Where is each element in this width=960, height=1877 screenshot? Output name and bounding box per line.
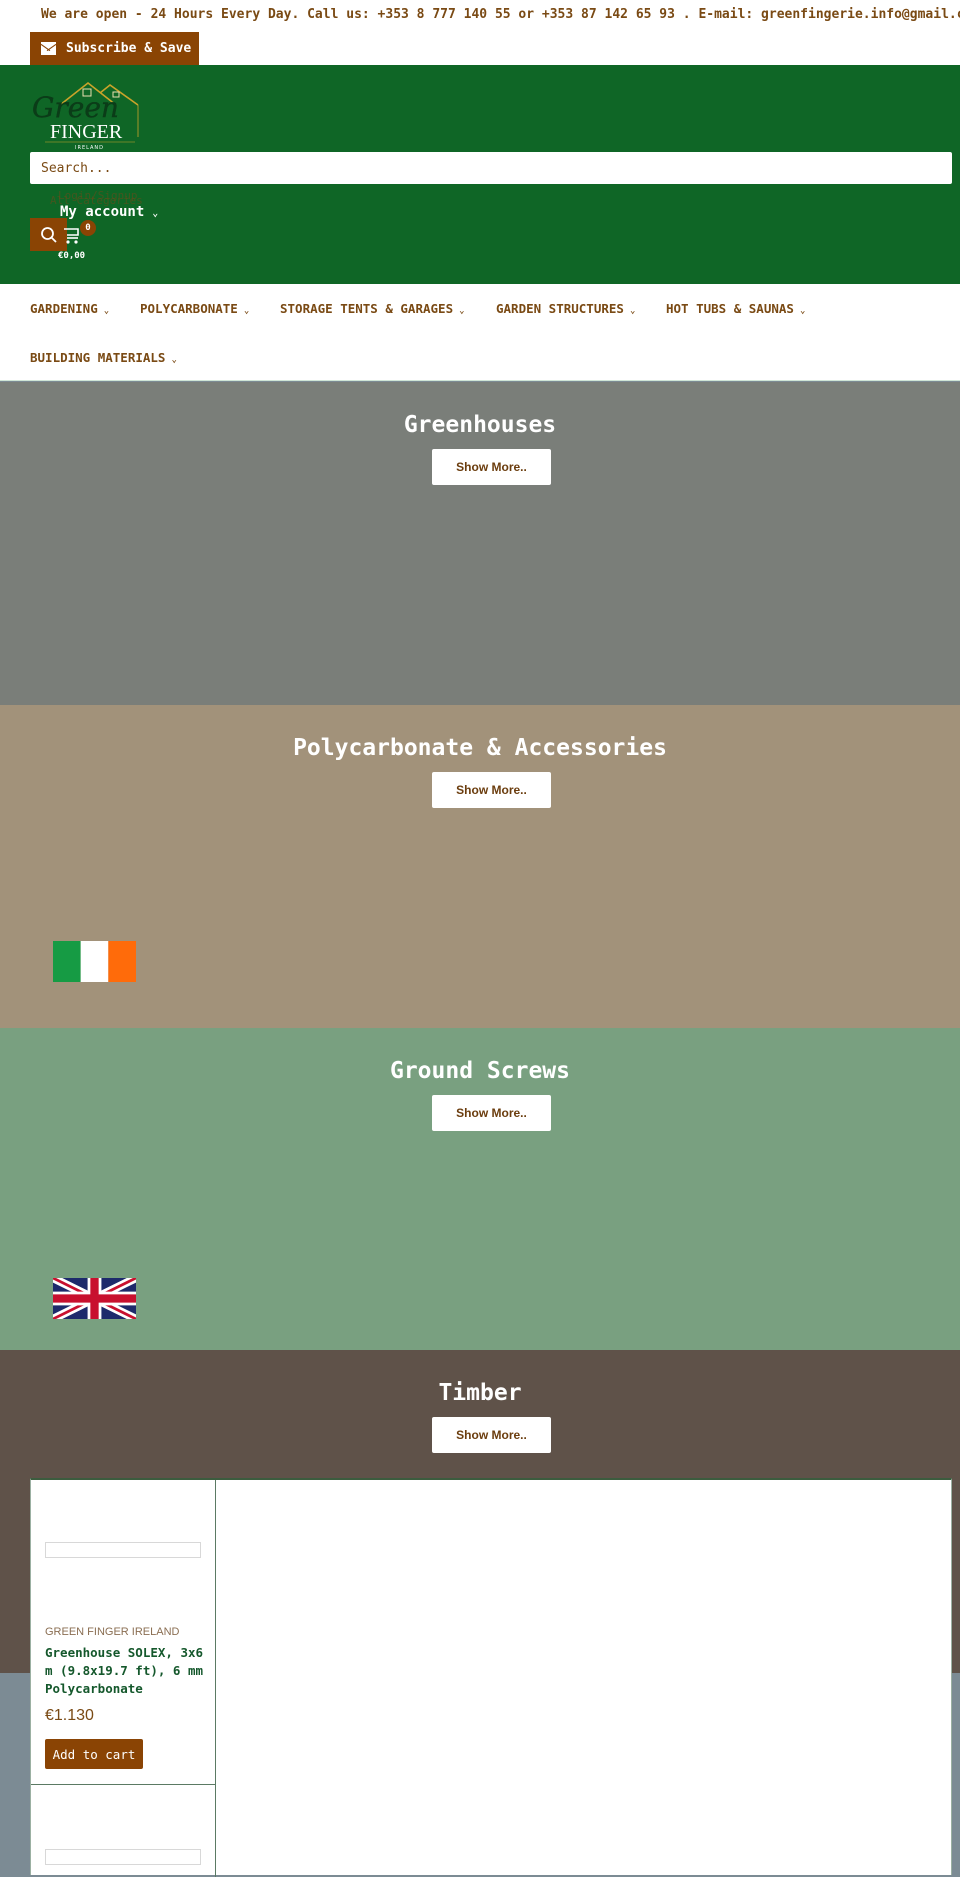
svg-text:Green: Green [32, 91, 119, 124]
product-grid: GREEN FINGER IRELAND Greenhouse SOLEX, 3… [30, 1478, 952, 1877]
show-more-button[interactable]: Show More.. [432, 449, 551, 485]
ireland-flag-icon[interactable] [53, 941, 136, 982]
my-account-menu[interactable]: My account ⌄ [60, 204, 158, 220]
site-header: Green FINGER IRELAND Login/Signup All Ca… [0, 65, 960, 284]
nav-item-polycarbonate[interactable]: POLYCARBONATE ⌄ [140, 301, 249, 316]
product-card[interactable]: GREEN FINGER IRELAND Greenhouse SOLEX, 3… [31, 1480, 215, 1785]
chevron-down-icon: ⌄ [629, 306, 636, 316]
green-finger-logo[interactable]: Green FINGER IRELAND [30, 79, 140, 151]
nav-item-storage-tents[interactable]: STORAGE TENTS & GARAGES ⌄ [280, 301, 465, 316]
chevron-down-icon: ⌄ [459, 306, 465, 316]
subscribe-label: Subscribe & Save [66, 41, 192, 56]
mail-icon [41, 42, 56, 55]
banner-title: Ground Screws [389, 1058, 570, 1084]
show-more-button[interactable]: Show More.. [432, 1417, 551, 1453]
chevron-down-icon: ⌄ [243, 306, 250, 316]
top-info-bar: We are open - 24 Hours Every Day. Call u… [0, 0, 960, 65]
nav-item-building-materials[interactable]: BUILDING MATERIALS ⌄ [30, 350, 177, 365]
banner-title: Greenhouses [403, 412, 557, 438]
my-account-label: My account [60, 204, 145, 220]
chevron-down-icon: ⌄ [799, 306, 806, 316]
product-price: €1.130 [45, 1707, 94, 1724]
chevron-down-icon: ⌄ [171, 355, 177, 365]
product-column: GREEN FINGER IRELAND Greenhouse SOLEX, 3… [31, 1480, 216, 1877]
chevron-down-icon: ⌄ [103, 306, 110, 316]
svg-text:IRELAND: IRELAND [75, 145, 104, 151]
banner-ground-screws[interactable]: Ground Screws Show More.. [0, 1028, 960, 1351]
contact-info-text: We are open - 24 Hours Every Day. Call u… [41, 7, 960, 22]
uk-flag-icon[interactable] [53, 1278, 136, 1319]
chevron-down-icon: ⌄ [152, 208, 159, 219]
nav-item-garden-structures[interactable]: GARDEN STRUCTURES ⌄ [496, 301, 635, 316]
banner-title: Polycarbonate & Accessories [293, 735, 667, 761]
product-brand: GREEN FINGER IRELAND [45, 1626, 180, 1638]
banner-polycarbonate[interactable]: Polycarbonate & Accessories Show More.. [0, 705, 960, 1028]
show-more-button[interactable]: Show More.. [432, 772, 551, 808]
product-name-link[interactable]: Greenhouse SOLEX, 3x6 m (9.8x19.7 ft), 6… [45, 1644, 213, 1698]
search-input[interactable] [30, 152, 952, 184]
cart-total: €0,00 [58, 251, 86, 261]
show-more-button[interactable]: Show More.. [432, 1095, 551, 1131]
subscribe-button[interactable]: Subscribe & Save [30, 32, 199, 65]
search-icon [40, 226, 57, 243]
nav-item-gardening[interactable]: GARDENING ⌄ [30, 301, 109, 316]
nav-item-hot-tubs-saunas[interactable]: HOT TUBS & SAUNAS ⌄ [666, 301, 805, 316]
banner-greenhouses[interactable]: Greenhouses Show More.. [0, 382, 960, 705]
cart-count-badge: 0 [80, 220, 96, 236]
add-to-cart-button[interactable]: Add to cart [45, 1739, 143, 1769]
main-navigation: GARDENING ⌄ POLYCARBONATE ⌄ STORAGE TENTS … [0, 284, 960, 381]
svg-text:FINGER: FINGER [50, 121, 123, 143]
product-image-placeholder[interactable] [45, 1542, 201, 1558]
product-card[interactable] [31, 1785, 215, 1877]
banner-title: Timber [438, 1380, 522, 1406]
product-image-placeholder[interactable] [45, 1849, 201, 1865]
